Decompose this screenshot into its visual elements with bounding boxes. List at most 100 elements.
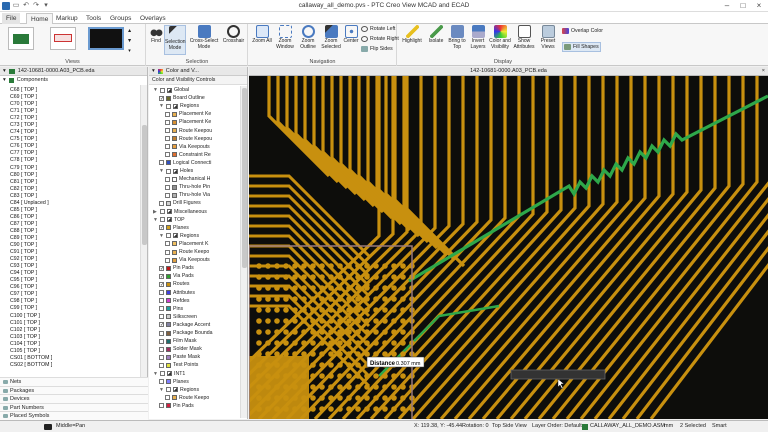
expand-icon[interactable]: ▾ (3, 76, 6, 85)
list-item[interactable]: C73 [ TOP ] (0, 122, 140, 129)
visibility-checkbox[interactable] (159, 403, 164, 409)
selection-mode-button[interactable]: Selection Mode (164, 25, 186, 55)
layer-row[interactable]: Via Keepouts (149, 256, 210, 264)
layer-row[interactable]: Thru-hole Pin (149, 183, 210, 191)
collapse-icon[interactable]: ▼ (153, 216, 158, 224)
layer-row[interactable]: ✓ Board Outline (149, 94, 205, 102)
color-swatch[interactable] (166, 403, 171, 409)
color-swatch[interactable] (166, 338, 171, 344)
layer-tree-scrollbar[interactable] (240, 86, 247, 418)
visibility-checkbox[interactable] (166, 168, 171, 174)
list-item[interactable]: C75 [ TOP ] (0, 136, 140, 143)
layer-row[interactable]: ✓ Pin Pads (149, 264, 194, 272)
minimize-icon[interactable]: – (720, 1, 734, 11)
list-item[interactable]: C103 [ TOP ] (0, 334, 140, 341)
list-item[interactable]: C95 [ TOP ] (0, 277, 140, 284)
color-swatch[interactable] (172, 176, 177, 182)
list-item[interactable]: CS02 [ BOTTOM ] (0, 362, 140, 369)
layer-row[interactable]: Refdes (149, 297, 189, 305)
invert-layers-button[interactable]: Invert Layers (468, 25, 488, 50)
layer-row[interactable]: Thru-hole Via (149, 191, 210, 199)
layer-row[interactable]: Package Bounda (149, 329, 213, 337)
tab-file[interactable]: File (2, 13, 21, 24)
visibility-checkbox[interactable]: ✓ (159, 225, 164, 231)
zoom-all-button[interactable]: Zoom All (251, 25, 273, 45)
layer-row[interactable]: ▼ Regions (149, 232, 199, 240)
visibility-checkbox[interactable] (166, 103, 171, 109)
visibility-checkbox[interactable] (165, 111, 170, 117)
visibility-checkbox[interactable] (159, 160, 164, 166)
list-item[interactable]: C77 [ TOP ] (0, 150, 140, 157)
list-item[interactable]: C102 [ TOP ] (0, 327, 140, 334)
tab-markup[interactable]: Markup (52, 13, 82, 24)
list-item[interactable]: C76 [ TOP ] (0, 143, 140, 150)
layer-row[interactable]: Drill Figures (149, 199, 201, 207)
layer-row[interactable]: Pins (149, 305, 183, 313)
show-attributes-button[interactable]: Show Attributes (513, 25, 535, 50)
visibility-checkbox[interactable] (159, 330, 164, 336)
layer-row[interactable]: ✓ Via Pads (149, 272, 194, 280)
tree-root[interactable]: ▾ Components (0, 76, 147, 85)
layer-row[interactable]: Placement Ke (149, 118, 211, 126)
list-item[interactable]: C78 [ TOP ] (0, 157, 140, 164)
layer-row[interactable]: Logical Connecti (149, 159, 211, 167)
visibility-checkbox[interactable]: ✓ (159, 265, 164, 271)
collapse-icon[interactable]: ▼ (159, 386, 164, 394)
color-swatch[interactable] (166, 281, 171, 287)
rotate-left-button[interactable]: Rotate Left (361, 26, 395, 32)
panel-section[interactable]: Part Numbers (0, 402, 148, 411)
rotate-right-button[interactable]: Rotate Right (361, 36, 399, 42)
layer-row[interactable]: ✓ Routes (149, 280, 189, 288)
layer-row[interactable]: Route Keepou (149, 135, 212, 143)
list-item[interactable]: C68 [ TOP ] (0, 87, 140, 94)
color-swatch[interactable] (166, 225, 171, 231)
visibility-checkbox[interactable] (165, 192, 170, 198)
tab-tools[interactable]: Tools (82, 13, 105, 24)
color-panel-tab[interactable]: Color and V... (166, 67, 199, 76)
layer-row[interactable]: Paste Mask (149, 353, 200, 361)
visibility-checkbox[interactable] (165, 395, 170, 401)
layer-row[interactable]: Route Keepou (149, 127, 212, 135)
panel-collapse-icon[interactable]: ▾ (152, 67, 155, 76)
visibility-checkbox[interactable] (166, 387, 171, 393)
list-item[interactable]: C89 [ TOP ] (0, 235, 140, 242)
visibility-checkbox[interactable] (159, 362, 164, 368)
view-thumbnail-1[interactable] (8, 27, 34, 50)
isolate-button[interactable]: Isolate (425, 25, 447, 45)
panel-section[interactable]: Devices (0, 394, 148, 403)
visibility-checkbox[interactable] (159, 346, 164, 352)
visibility-checkbox[interactable] (165, 257, 170, 263)
color-swatch[interactable] (172, 241, 177, 247)
layer-row[interactable]: ▼ Regions (149, 386, 199, 394)
fill-shapes-button[interactable]: Fill Shapes (562, 42, 601, 52)
color-visibility-button[interactable]: Color and Visibility (488, 25, 512, 50)
collapse-icon[interactable]: ▼ (153, 86, 158, 94)
layer-row[interactable]: Attributes (149, 289, 195, 297)
tab-overlays[interactable]: Overlays (136, 13, 170, 24)
pcb-viewport[interactable]: 142-10681-0000.A03_PCB.eda × Distance 0.3… (249, 67, 768, 419)
layer-row[interactable]: Pin Pads (149, 402, 194, 410)
color-swatch[interactable] (172, 192, 177, 198)
visibility-checkbox[interactable] (160, 87, 165, 93)
cross-select-button[interactable]: Cross-Select Mode (188, 25, 220, 50)
viewport-close-icon[interactable]: × (762, 67, 765, 76)
visibility-checkbox[interactable] (165, 184, 170, 190)
highlight-button[interactable]: Highlight (400, 25, 424, 45)
list-item[interactable]: C92 [ TOP ] (0, 256, 140, 263)
list-item[interactable]: C88 [ TOP ] (0, 228, 140, 235)
panel-section[interactable]: Packages (0, 385, 148, 394)
layer-row[interactable]: Test Points (149, 361, 198, 369)
list-item[interactable]: C101 [ TOP ] (0, 320, 140, 327)
layer-row[interactable]: Route Keepo (149, 248, 209, 256)
preset-views-button[interactable]: Preset Views (537, 25, 559, 50)
visibility-checkbox[interactable] (160, 217, 165, 223)
layer-row[interactable]: ▼ INT1 (149, 370, 185, 378)
color-swatch[interactable] (166, 160, 171, 166)
color-swatch[interactable] (172, 136, 177, 142)
list-item[interactable]: C86 [ TOP ] (0, 214, 140, 221)
list-item[interactable]: C83 [ TOP ] (0, 193, 140, 200)
collapse-icon[interactable]: ▼ (159, 232, 164, 240)
visibility-checkbox[interactable] (159, 290, 164, 296)
visibility-checkbox[interactable] (165, 144, 170, 150)
layer-row[interactable]: Planes (149, 378, 189, 386)
